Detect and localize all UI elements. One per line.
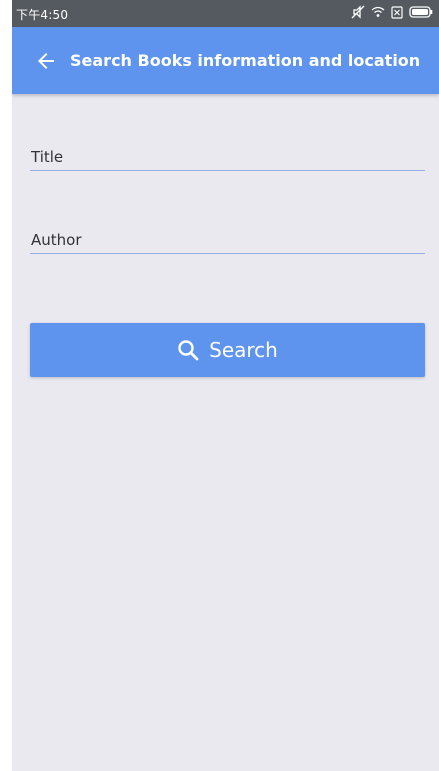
author-field[interactable] [30, 230, 425, 254]
sim-icon [391, 5, 403, 19]
author-input[interactable] [30, 231, 425, 253]
page-title: Search Books information and location [70, 51, 421, 70]
status-icons [351, 5, 433, 19]
arrow-back-icon[interactable] [34, 49, 58, 73]
wifi-icon [371, 6, 385, 17]
title-input[interactable] [30, 148, 425, 170]
status-bar: 下午4:50 [12, 0, 439, 27]
app-screen: 下午4:50 Search Books information and loca… [12, 0, 439, 771]
battery-icon [409, 6, 433, 18]
status-time: 下午4:50 [16, 8, 69, 22]
title-field[interactable] [30, 147, 425, 171]
mute-icon [351, 5, 365, 19]
search-icon [178, 340, 199, 361]
app-bar: Search Books information and location [12, 27, 439, 94]
search-button[interactable]: Search [30, 323, 425, 377]
search-button-label: Search [209, 338, 278, 362]
